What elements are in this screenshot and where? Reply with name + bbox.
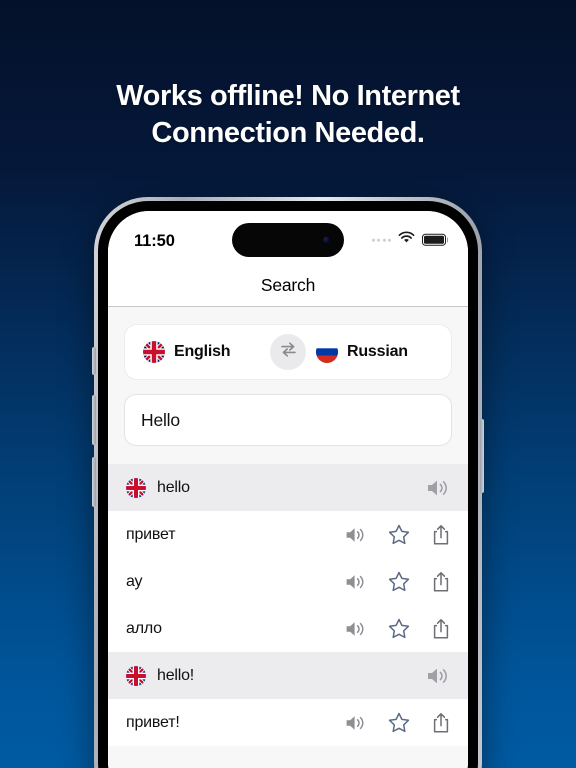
row-actions <box>345 571 450 593</box>
uk-flag-icon <box>126 665 146 686</box>
star-outline-icon[interactable] <box>388 524 410 545</box>
language-selector: English Russian <box>124 324 452 380</box>
share-icon[interactable] <box>432 712 450 734</box>
volume-up-button[interactable] <box>92 395 96 445</box>
star-outline-icon[interactable] <box>388 571 410 592</box>
translation-row[interactable]: ау <box>108 558 468 605</box>
row-actions <box>345 712 450 734</box>
speaker-icon[interactable] <box>345 526 366 544</box>
phone-bezel: 11:50 Search English Russian Hello hello… <box>98 201 478 768</box>
source-language-label: English <box>174 343 231 360</box>
target-language-label: Russian <box>347 343 408 360</box>
signal-dots-icon <box>371 238 391 242</box>
phone-mockup: 11:50 Search English Russian Hello hello… <box>92 197 484 768</box>
translation-label: алло <box>126 619 162 637</box>
results-list: hello привет ау алло hello! привет! <box>108 464 468 746</box>
volume-down-button[interactable] <box>92 457 96 507</box>
result-group-header[interactable]: hello! <box>108 652 468 699</box>
uk-flag-icon <box>143 341 165 363</box>
battery-full-icon <box>422 233 446 246</box>
speaker-icon[interactable] <box>426 666 450 686</box>
translation-row[interactable]: привет <box>108 511 468 558</box>
status-bar-indicators <box>371 231 446 249</box>
star-outline-icon[interactable] <box>388 618 410 639</box>
source-language-button[interactable]: English <box>125 341 288 363</box>
status-bar: 11:50 <box>108 211 468 265</box>
swap-arrows-icon <box>279 341 298 363</box>
headline-line-2: Connection Needed. <box>151 117 425 149</box>
row-actions <box>345 618 450 640</box>
phone-screen: 11:50 Search English Russian Hello hello… <box>108 211 468 768</box>
speaker-icon[interactable] <box>426 478 450 498</box>
share-icon[interactable] <box>432 618 450 640</box>
page-title: Search <box>260 275 316 295</box>
silent-switch[interactable] <box>92 347 96 375</box>
share-icon[interactable] <box>432 524 450 546</box>
speaker-icon[interactable] <box>345 620 366 638</box>
star-outline-icon[interactable] <box>388 712 410 733</box>
translation-label: привет! <box>126 713 180 731</box>
translation-label: ау <box>126 572 143 590</box>
headline-line-1: Works offline! No Internet <box>116 80 460 112</box>
headword-label: hello! <box>157 666 195 684</box>
uk-flag-icon <box>126 477 146 498</box>
share-icon[interactable] <box>432 571 450 593</box>
russia-flag-icon <box>316 341 338 363</box>
power-button[interactable] <box>480 419 484 493</box>
nav-bar: Search <box>108 265 468 307</box>
translation-row[interactable]: привет! <box>108 699 468 746</box>
swap-languages-button[interactable] <box>270 334 306 370</box>
dynamic-island <box>232 223 344 257</box>
target-language-button[interactable]: Russian <box>288 341 451 363</box>
result-group-header[interactable]: hello <box>108 464 468 511</box>
headword-label: hello <box>157 478 190 496</box>
speaker-icon[interactable] <box>345 714 366 732</box>
search-input-value: Hello <box>141 409 180 430</box>
row-actions <box>345 524 450 546</box>
search-input[interactable]: Hello <box>124 394 452 446</box>
front-camera-icon <box>323 236 330 244</box>
page-headline: Works offline! No Internet Connection Ne… <box>0 78 576 152</box>
translation-label: привет <box>126 525 176 543</box>
speaker-icon[interactable] <box>345 573 366 591</box>
wifi-icon <box>398 231 415 249</box>
translation-row[interactable]: алло <box>108 605 468 652</box>
screen-content: English Russian Hello hello привет ау ал… <box>108 307 468 768</box>
status-bar-clock: 11:50 <box>134 231 175 250</box>
